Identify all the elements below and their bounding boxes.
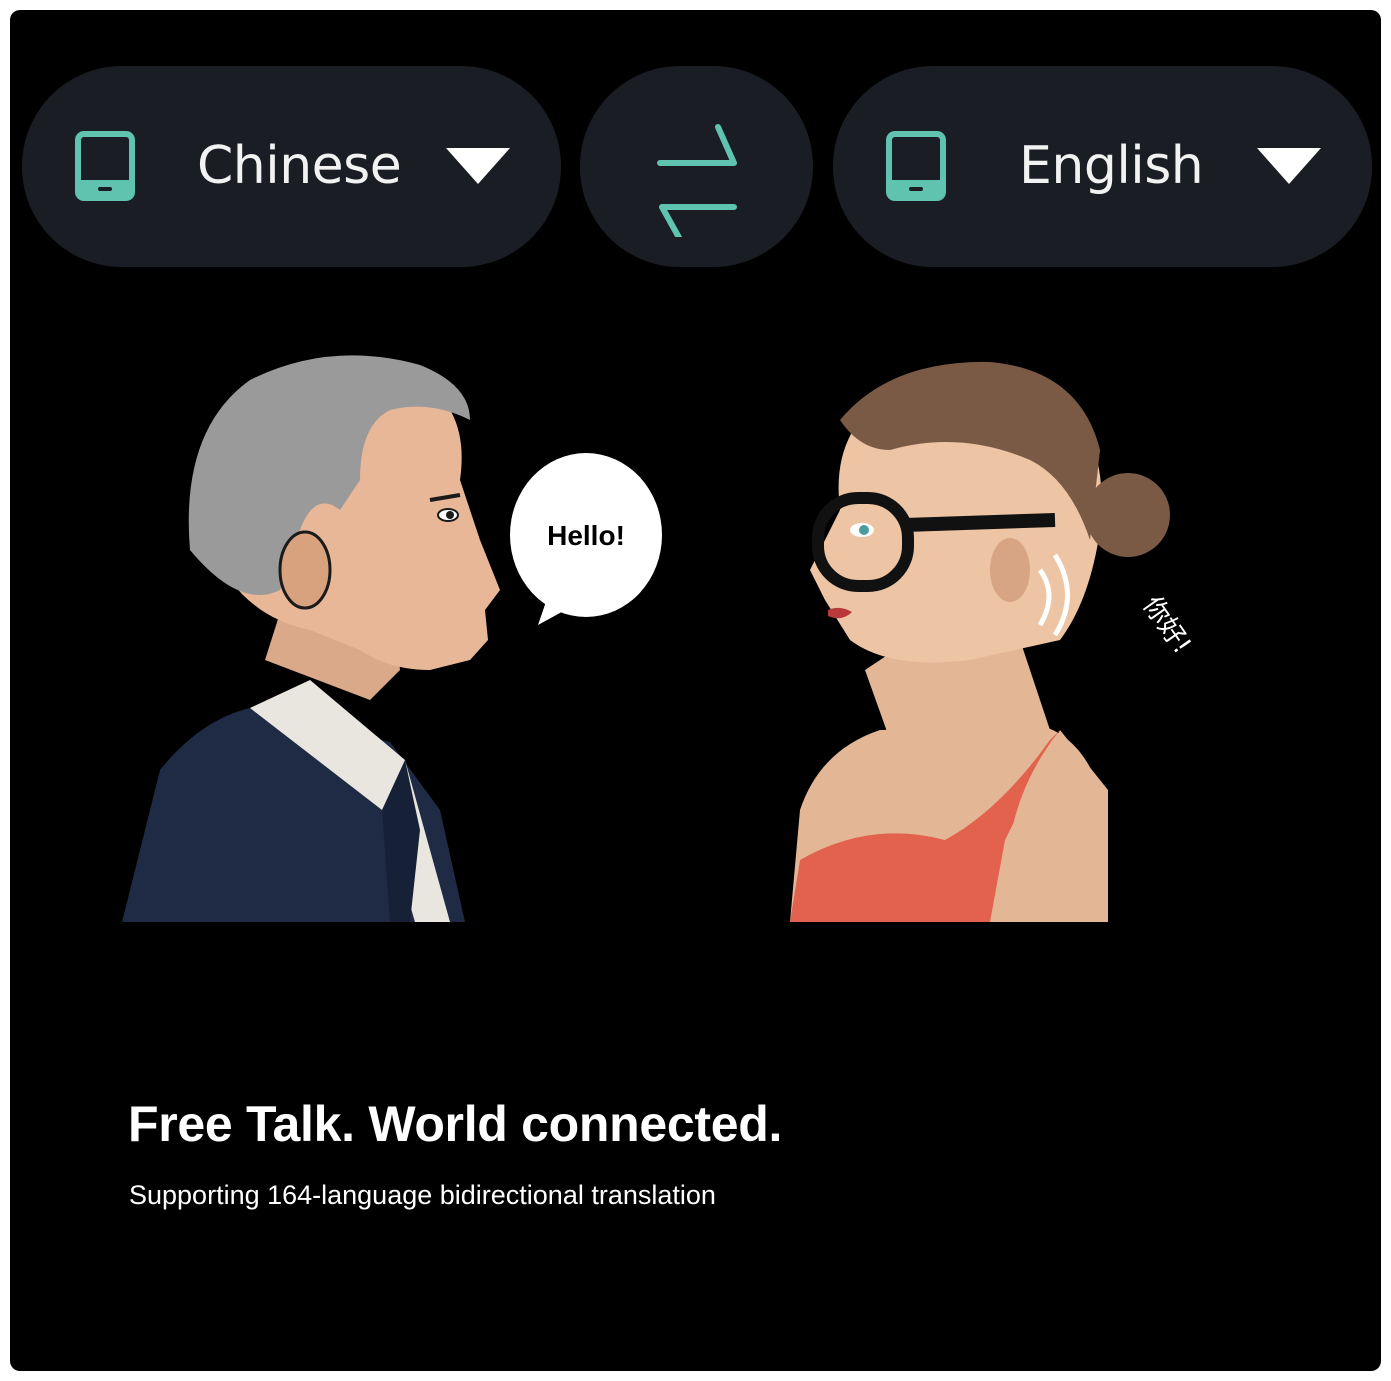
phone-device-icon <box>886 131 946 201</box>
headline: Free Talk. World connected. <box>128 1096 783 1152</box>
man-illustration <box>122 355 501 922</box>
speech-bubble-text: Hello! <box>547 520 625 551</box>
phone-device-icon <box>75 131 135 201</box>
swap-languages-button[interactable] <box>580 66 813 267</box>
swap-arrows-icon <box>656 123 737 237</box>
caret-down-icon[interactable] <box>446 148 510 186</box>
conversation-illustration: Hello! 你好! <box>122 355 1197 922</box>
subline: Supporting 164-language bidirectional tr… <box>129 1180 716 1210</box>
target-language-label: English <box>1019 136 1204 196</box>
source-language-label: Chinese <box>197 136 402 196</box>
woman-illustration <box>790 361 1170 922</box>
caret-down-icon[interactable] <box>1257 148 1321 186</box>
source-language-selector[interactable]: Chinese <box>22 66 561 267</box>
translated-text: 你好! <box>1136 591 1196 659</box>
app-frame: Chinese English Hello! 你好! Free Talk. Wo… <box>10 10 1381 1371</box>
target-language-selector[interactable]: English <box>833 66 1372 267</box>
